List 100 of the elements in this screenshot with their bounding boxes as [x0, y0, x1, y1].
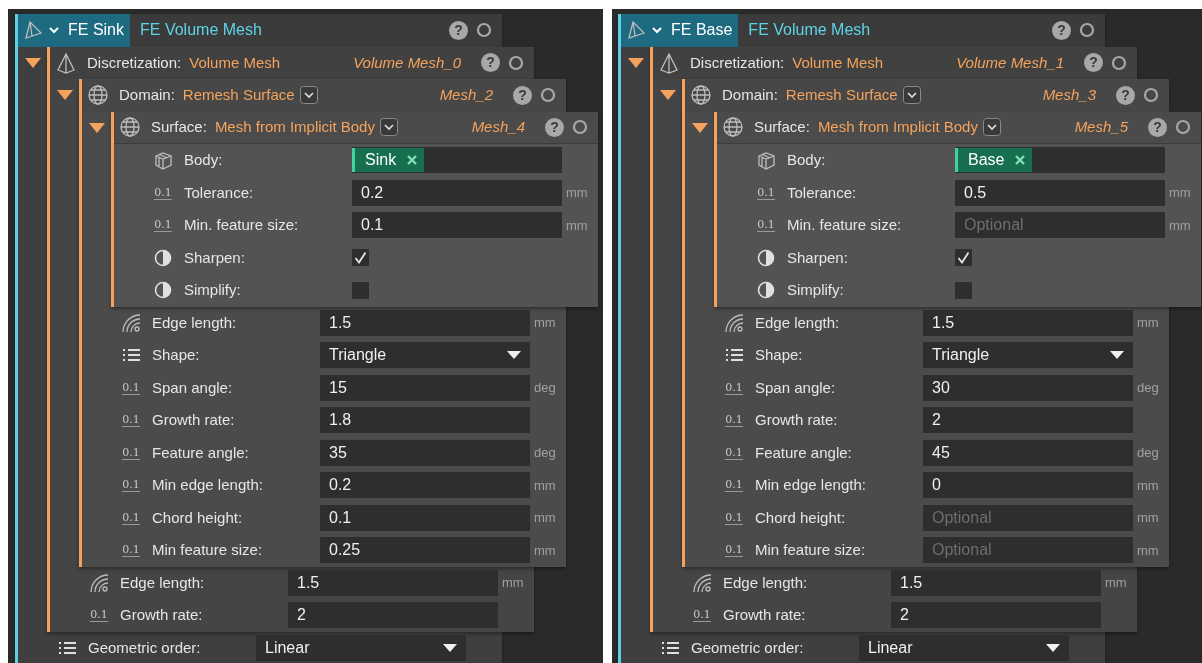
input-field[interactable]: 2	[923, 407, 1133, 434]
field-label: Growth rate:	[152, 410, 236, 430]
input-field[interactable]: 0.25	[320, 537, 530, 564]
input-field[interactable]: 0.2	[320, 472, 530, 499]
node-type: FE Volume Mesh	[140, 20, 262, 41]
field-label: Body:	[184, 150, 224, 170]
field-label: Edge length:	[120, 572, 206, 593]
dropdown-chevron-icon[interactable]	[299, 86, 318, 105]
dropdown-chevron-icon[interactable]	[379, 118, 398, 137]
help-button[interactable]: ?	[1052, 20, 1071, 40]
checkbox[interactable]	[955, 249, 972, 267]
input-field[interactable]: 15	[320, 374, 530, 401]
field-label: Min edge length:	[755, 475, 867, 495]
field-label: Geometric order:	[691, 637, 805, 658]
help-button[interactable]: ?	[481, 53, 500, 73]
field-label: Edge length:	[723, 572, 809, 593]
input-field[interactable]: Optional	[923, 504, 1133, 531]
field-label: Min. feature size:	[184, 215, 300, 235]
instance-name: Mesh_5	[1074, 117, 1128, 137]
unit-label: mm	[1105, 574, 1127, 592]
input-field[interactable]: 1.8	[320, 407, 530, 434]
help-button[interactable]: ?	[449, 20, 468, 40]
help-button[interactable]: ?	[513, 85, 532, 105]
instance-name: Volume Mesh_0	[353, 52, 461, 73]
field-label: Span angle:	[755, 377, 837, 398]
field-label: Sharpen:	[787, 247, 849, 268]
input-field[interactable]: 0.5	[955, 179, 1165, 206]
help-button[interactable]: ?	[1084, 53, 1103, 73]
help-button[interactable]: ?	[1148, 117, 1167, 137]
close-icon[interactable]	[1014, 154, 1027, 167]
caret-down-icon	[1110, 351, 1124, 360]
node-value[interactable]: Remesh Surface	[785, 84, 898, 107]
unit-label: mm	[1169, 184, 1191, 202]
input-field[interactable]: 1.5	[320, 309, 530, 336]
wireframe-cube-icon	[755, 149, 777, 172]
input-field[interactable]: 2	[288, 602, 498, 629]
node-tab[interactable]: FE Base	[621, 14, 739, 47]
field-label: Min. feature size:	[787, 215, 903, 235]
unit-label: deg	[1137, 379, 1159, 397]
help-button[interactable]: ?	[1116, 85, 1135, 105]
checkbox[interactable]	[352, 249, 369, 267]
dropdown-chevron-icon[interactable]	[902, 86, 921, 105]
unit-label: mm	[1137, 541, 1159, 560]
input-field[interactable]: 1.5	[288, 569, 498, 596]
status-ring-icon	[508, 54, 524, 71]
input-field[interactable]: 30	[923, 374, 1133, 401]
field-label: Body:	[787, 150, 827, 170]
arcs-icon	[120, 311, 142, 334]
arcs-icon	[88, 571, 110, 594]
field-label: Feature angle:	[152, 442, 250, 463]
field-label: Growth rate:	[723, 605, 807, 625]
field-label: Min edge length:	[152, 475, 264, 495]
input-field[interactable]: 0.2	[352, 179, 562, 206]
node-value[interactable]: Volume Mesh	[189, 51, 281, 74]
unit-label: deg	[534, 379, 556, 397]
field-label: Simplify:	[787, 280, 845, 300]
body-tag[interactable]: Sink	[352, 148, 425, 173]
body-tag[interactable]: Base	[955, 148, 1033, 173]
input-field[interactable]: Optional	[923, 537, 1133, 564]
node-label: Domain:	[119, 85, 175, 105]
dropdown-field[interactable]: Linear	[256, 634, 466, 661]
input-field[interactable]: 1.5	[923, 309, 1133, 336]
checkbox[interactable]	[955, 281, 972, 299]
field-label: Chord height:	[152, 507, 244, 528]
arcs-icon	[691, 571, 713, 594]
node-label: Domain:	[722, 85, 778, 105]
globe-icon	[119, 116, 141, 139]
field-label: Tolerance:	[184, 182, 255, 203]
input-field[interactable]: 0.1	[352, 212, 562, 239]
input-field[interactable]: 0	[923, 472, 1133, 499]
status-ring-icon	[540, 87, 556, 104]
checkbox[interactable]	[352, 281, 369, 299]
dropdown-chevron-icon[interactable]	[982, 118, 1001, 137]
node-tab[interactable]: FE Sink	[18, 14, 130, 47]
input-field[interactable]: 35	[320, 439, 530, 466]
node-label: Surface:	[754, 117, 810, 137]
close-icon[interactable]	[406, 154, 419, 167]
caret-down-icon	[1046, 643, 1060, 652]
input-field[interactable]: 45	[923, 439, 1133, 466]
dropdown-field[interactable]: Triangle	[923, 342, 1133, 369]
unit-label: mm	[1137, 509, 1159, 527]
instance-name: Volume Mesh_1	[956, 52, 1064, 73]
globe-icon	[722, 116, 744, 139]
help-button[interactable]: ?	[545, 117, 564, 137]
instance-name: Mesh_2	[439, 85, 493, 105]
field-label: Geometric order:	[88, 637, 202, 658]
check-icon	[957, 251, 970, 265]
node-value[interactable]: Mesh from Implicit Body	[817, 116, 978, 139]
node-value[interactable]: Remesh Surface	[182, 84, 295, 107]
input-field[interactable]: 2	[891, 602, 1101, 629]
input-field[interactable]: 0.1	[320, 504, 530, 531]
input-field[interactable]: Optional	[955, 212, 1165, 239]
status-ring-icon	[1079, 22, 1095, 39]
unit-label: mm	[566, 184, 588, 202]
node-value[interactable]: Mesh from Implicit Body	[214, 116, 375, 139]
field-label: Shape:	[152, 345, 201, 365]
node-value[interactable]: Volume Mesh	[792, 51, 884, 74]
dropdown-field[interactable]: Linear	[859, 634, 1069, 661]
dropdown-field[interactable]: Triangle	[320, 342, 530, 369]
input-field[interactable]: 1.5	[891, 569, 1101, 596]
